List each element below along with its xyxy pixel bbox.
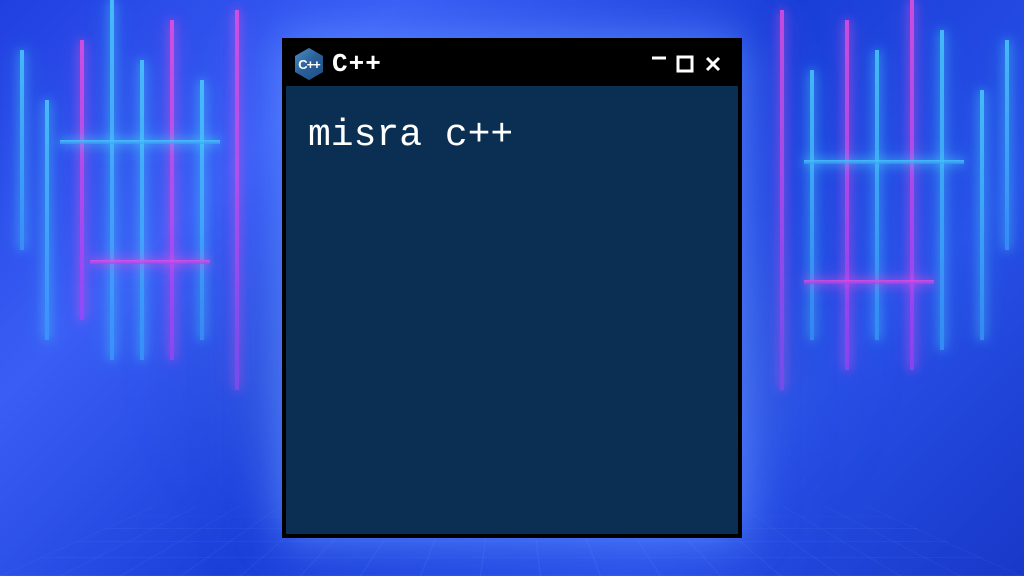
close-button[interactable] xyxy=(704,55,726,73)
window-body: misra c++ xyxy=(286,86,738,534)
maximize-button[interactable] xyxy=(676,55,698,73)
window-title: C++ xyxy=(332,49,640,79)
minimize-icon xyxy=(650,49,668,67)
cpp-logo-icon: C++ xyxy=(294,49,324,79)
minimize-button[interactable] xyxy=(648,49,670,71)
titlebar[interactable]: C++ C++ xyxy=(286,42,738,86)
logo-letters: C++ xyxy=(298,57,320,72)
window-controls xyxy=(648,53,730,75)
close-icon xyxy=(704,55,722,73)
maximize-icon xyxy=(676,55,694,73)
body-text: misra c++ xyxy=(308,114,716,157)
terminal-window: C++ C++ misra c++ xyxy=(282,38,742,538)
